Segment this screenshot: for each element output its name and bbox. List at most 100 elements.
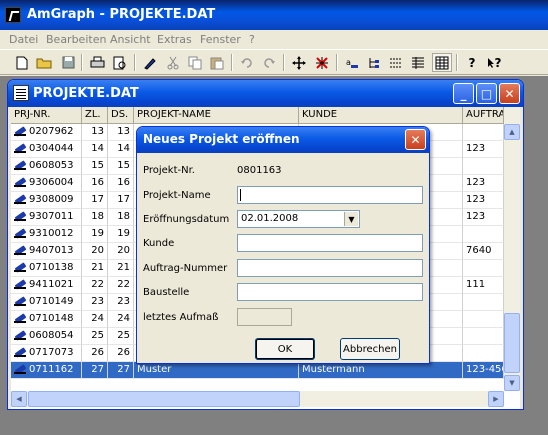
projekt-nr-value: 0801163 [237,165,282,176]
move-arrows-icon[interactable] [289,53,309,72]
menu-bearbeiten[interactable]: Bearbeiten [46,33,106,46]
cell-ds: 23 [108,294,134,311]
kunde-field[interactable] [237,234,423,252]
cell-prj-nr-text: 9306004 [29,177,74,188]
cell-ds: 26 [108,345,134,362]
cell-prj-nr-text: 0304044 [29,143,74,154]
cell-prj-nr-text: 0710138 [29,262,74,273]
vertical-scrollbar[interactable]: ▲ ▼ [504,107,520,391]
menu-fenster[interactable]: Fenster [200,33,241,46]
menu-datei[interactable]: Datei [9,33,38,46]
projekt-name-field[interactable] [237,186,423,204]
child-title-bar[interactable]: PROJEKTE.DAT _ □ ✕ [8,80,523,107]
cell-ds-text: 23 [117,296,130,307]
cell-prj-nr: 0710138 [11,260,82,277]
cell-ds: 13 [108,124,134,141]
scroll-down-arrow-icon[interactable]: ▼ [504,375,520,391]
edit-pen-icon[interactable] [140,53,160,72]
cut-icon[interactable] [163,53,183,72]
column-header-ds[interactable]: DS. [108,107,134,124]
cell-ds-text: 21 [117,262,130,273]
pen-icon [14,160,28,170]
table-row[interactable]: 0711162 27 27 Muster Mustermann 123-456 [11,362,504,379]
cell-auftrag: 123 [463,141,504,158]
details-view-icon[interactable] [408,53,428,72]
cell-zl: 19 [82,226,108,243]
menu-bar: Datei Bearbeiten Ansicht Extras Fenster … [0,30,548,49]
app-logo-icon [5,7,21,23]
cell-zl-text: 16 [91,177,104,188]
baustelle-label: Baustelle [143,287,190,298]
cell-auftrag: 123 [463,192,504,209]
print-icon[interactable] [87,53,107,72]
horizontal-scroll-thumb[interactable] [28,391,300,407]
cell-prj-nr-text: 0608054 [29,330,74,341]
cell-ds: 17 [108,192,134,209]
tree-view-icon[interactable] [364,53,384,72]
table-view-icon[interactable] [432,53,452,72]
pen-icon [14,347,28,357]
cell-zl-text: 25 [91,330,104,341]
new-file-icon[interactable] [12,53,32,72]
eroeffnungsdatum-picker[interactable]: 02.01.2008 ▼ [237,210,360,228]
cell-prj-nr-text: 0710149 [29,296,74,307]
cell-zl: 26 [82,345,108,362]
copy-icon[interactable] [185,53,205,72]
scroll-right-arrow-icon[interactable]: ▶ [488,391,504,407]
delete-cross-icon[interactable] [312,53,332,72]
baustelle-field[interactable] [237,283,423,301]
new-project-dialog: Neues Projekt eröffnen ✕ Projekt-Nr. 080… [136,126,430,364]
save-icon[interactable] [58,53,78,72]
cell-ds: 14 [108,141,134,158]
cell-auftrag-text: 123-456 [466,364,504,375]
dialog-title: Neues Projekt eröffnen [143,132,300,146]
auftrag-nummer-field[interactable] [237,259,423,277]
column-header-kunde[interactable]: KUNDE [299,107,463,124]
cell-ds-text: 13 [117,126,130,137]
cell-auftrag: 111 [463,277,504,294]
cell-auftrag: 123-456 [463,362,504,379]
maximize-button[interactable]: □ [476,83,497,104]
pen-icon [14,279,28,289]
ok-button[interactable]: OK [255,338,315,360]
app-title-bar[interactable]: AmGraph - PROJEKTE.DAT [0,0,548,30]
cell-prj-nr-text: 9411021 [29,279,74,290]
help-icon[interactable]: ? [462,53,482,72]
dialog-close-button[interactable]: ✕ [405,129,426,150]
print-preview-icon[interactable] [110,53,130,72]
minimize-button[interactable]: _ [453,83,474,104]
menu-extras[interactable]: Extras [157,33,192,46]
column-header-auftrag[interactable]: AUFTRA [463,107,504,124]
toolbar-separator [231,54,233,71]
context-help-icon[interactable]: ? [484,53,504,72]
cell-ds: 21 [108,260,134,277]
list-view-icon[interactable] [386,53,406,72]
sort-text-icon[interactable]: a [342,53,362,72]
column-header-prj-nr[interactable]: PRJ-NR. [11,107,82,124]
cell-ds-text: 20 [117,245,130,256]
chevron-down-icon[interactable]: ▼ [344,212,358,226]
pen-icon [14,194,28,204]
vertical-scroll-thumb[interactable] [504,313,520,373]
cell-ds: 20 [108,243,134,260]
scroll-left-arrow-icon[interactable]: ◀ [11,391,27,407]
dialog-title-bar[interactable]: Neues Projekt eröffnen ✕ [137,127,429,153]
scroll-up-arrow-icon[interactable]: ▲ [504,124,520,140]
open-folder-icon[interactable] [34,53,54,72]
cell-prj-nr-text: 9307011 [29,211,74,222]
column-header-projekt-name[interactable]: PROJEKT-NAME [134,107,299,124]
column-header-zl[interactable]: ZL. [82,107,108,124]
horizontal-scrollbar[interactable]: ◀ ▶ [11,391,504,407]
menu-ansicht[interactable]: Ansicht [110,33,151,46]
cell-zl: 22 [82,277,108,294]
cell-zl: 20 [82,243,108,260]
close-button[interactable]: ✕ [499,83,520,104]
cell-projekt-name: Muster [134,362,299,379]
table-header: PRJ-NR. ZL. DS. PROJEKT-NAME KUNDE AUFTR… [11,107,504,124]
menu-help[interactable]: ? [249,33,255,46]
cell-prj-nr: 9411021 [11,277,82,294]
abbrechen-button[interactable]: Abbrechen [340,338,400,360]
paste-icon[interactable] [207,53,227,72]
undo-icon[interactable] [237,53,257,72]
redo-icon[interactable] [259,53,279,72]
